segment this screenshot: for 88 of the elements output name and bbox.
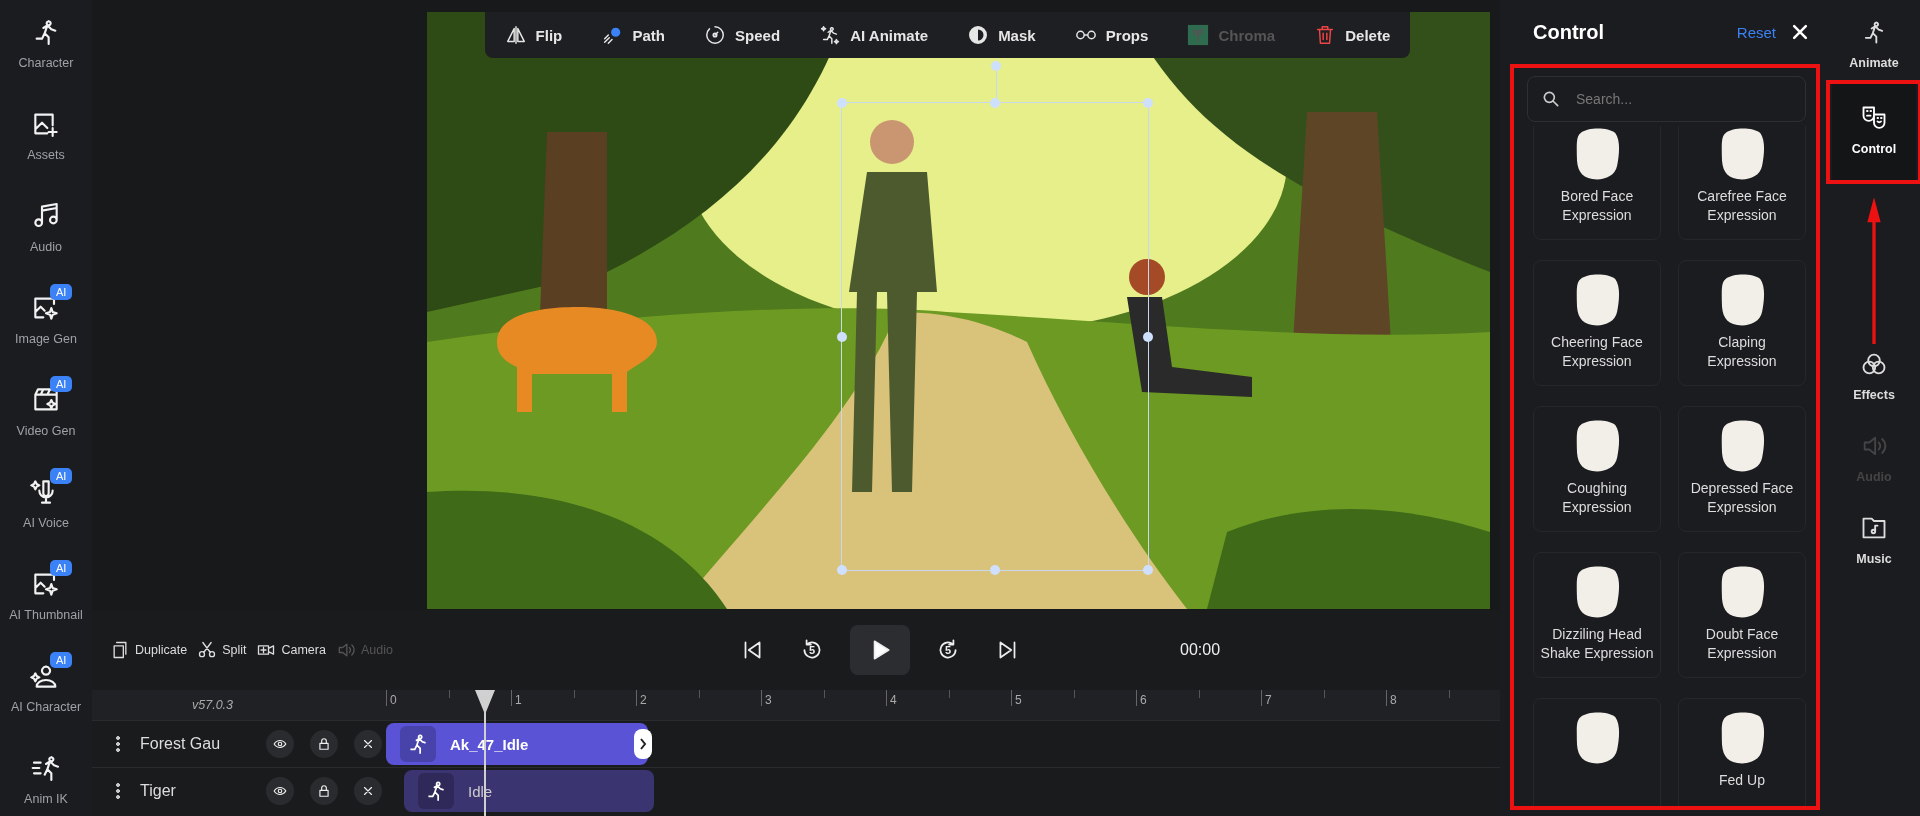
rail-tab[interactable]: Animate — [1832, 0, 1916, 82]
resize-handle[interactable] — [990, 98, 1000, 108]
visibility-button[interactable] — [266, 777, 294, 805]
expression-card[interactable]: Dizziling Head Shake Expression — [1533, 552, 1661, 678]
ai-badge: AI — [50, 652, 73, 668]
search-icon — [1541, 89, 1561, 109]
resize-handle[interactable] — [1143, 98, 1153, 108]
tick-label: 1 — [515, 693, 522, 707]
sidebar-item[interactable]: Anim IK — [0, 736, 92, 816]
time-display: 00:00 — [1180, 641, 1221, 659]
ai-badge: AI — [50, 560, 73, 576]
sprout-icon — [1187, 24, 1210, 46]
remove-button[interactable] — [354, 730, 382, 758]
reset-link[interactable]: Reset — [1736, 23, 1776, 41]
toolbar-button[interactable]: Props — [1070, 20, 1153, 50]
sidebar-item[interactable]: AI Image Gen — [0, 276, 92, 368]
speed-icon — [704, 24, 727, 46]
transport-button[interactable]: 5 — [926, 628, 970, 672]
tick-label: 8 — [1390, 693, 1397, 707]
sidebar-item[interactable]: AI Video Gen — [0, 368, 92, 460]
more-icon[interactable] — [116, 736, 120, 752]
sidebar-item[interactable]: AI AI Character — [0, 644, 92, 736]
tool-button[interactable]: Duplicate — [110, 640, 188, 660]
play-button[interactable] — [850, 625, 910, 675]
sidebar-item[interactable]: Character — [0, 0, 92, 92]
rail-tab[interactable]: Effects — [1832, 332, 1916, 414]
version-label: v57.0.3 — [192, 698, 233, 712]
expression-card[interactable]: Cheering Face Expression — [1533, 260, 1661, 386]
track-name: Forest Gau — [140, 735, 222, 753]
toolbar-button[interactable]: AI Animate — [815, 20, 932, 50]
lock-button[interactable] — [310, 730, 338, 758]
resize-handle[interactable] — [837, 98, 847, 108]
sidebar-item[interactable]: Assets — [0, 92, 92, 184]
expression-card[interactable]: Carefree Face Expression — [1678, 126, 1806, 240]
eye-icon — [273, 784, 287, 798]
toolbar-button[interactable]: Flip — [500, 20, 567, 50]
contrast-icon — [967, 24, 990, 46]
tick-label: 0 — [390, 693, 397, 707]
lock-button[interactable] — [310, 777, 338, 805]
runner-icon — [400, 726, 436, 762]
close-icon — [361, 737, 375, 751]
runner-icon — [418, 773, 454, 809]
transport-button[interactable]: 5 — [790, 628, 834, 672]
tool-button[interactable]: Split — [197, 640, 247, 660]
tick-label: 5 — [1015, 693, 1022, 707]
more-icon[interactable] — [116, 783, 120, 799]
flip-icon — [504, 24, 527, 46]
expression-card[interactable]: Doubt Face Expression — [1678, 552, 1806, 678]
trim-handle[interactable] — [634, 729, 652, 759]
resize-handle[interactable] — [990, 565, 1000, 575]
resize-handle[interactable] — [1143, 331, 1153, 342]
resize-handle[interactable] — [1143, 565, 1153, 575]
search-field[interactable]: Search... — [1527, 76, 1806, 122]
runner-icon — [819, 24, 842, 46]
eye-icon — [273, 737, 287, 751]
expression-card[interactable]: Coughing Expression — [1533, 406, 1661, 532]
expression-card[interactable]: Depressed Face Expression — [1678, 406, 1806, 532]
visibility-button[interactable] — [266, 730, 294, 758]
toolbar-button[interactable]: Delete — [1310, 20, 1395, 50]
masks-icon — [1860, 104, 1888, 132]
resize-handle[interactable] — [837, 331, 847, 342]
lock-icon — [317, 737, 331, 751]
scissors-icon — [197, 640, 218, 660]
remove-button[interactable] — [354, 777, 382, 805]
ai-badge: AI — [50, 376, 73, 392]
panel-title: Control — [1533, 20, 1606, 44]
toolbar-button[interactable]: Speed — [700, 20, 785, 50]
tick-label: 6 — [1140, 693, 1147, 707]
expression-card[interactable]: Bored Face Expression — [1533, 126, 1661, 240]
toolbar-button[interactable]: Mask — [963, 20, 1040, 50]
tick-label: 3 — [765, 693, 772, 707]
close-icon[interactable] — [1790, 22, 1810, 42]
expression-card[interactable]: Claping Expression — [1678, 260, 1806, 386]
resize-handle[interactable] — [837, 565, 847, 575]
tick-label: 7 — [1265, 693, 1272, 707]
tick-label: 4 — [890, 693, 897, 707]
track-name: Tiger — [140, 782, 177, 800]
rail-tab[interactable]: Music — [1832, 496, 1916, 578]
sidebar-item[interactable]: AI AI Voice — [0, 460, 92, 552]
ai-badge: AI — [50, 284, 73, 300]
close-icon — [361, 784, 375, 798]
sidebar-item[interactable]: AI AI Thumbnail — [0, 552, 92, 644]
lock-icon — [317, 784, 331, 798]
ai-badge: AI — [50, 468, 73, 484]
toolbar-button[interactable]: Path — [597, 20, 669, 50]
tool-button[interactable]: Camera — [256, 640, 326, 660]
sidebar-item[interactable]: Audio — [0, 184, 92, 276]
tick-label: 2 — [640, 693, 647, 707]
